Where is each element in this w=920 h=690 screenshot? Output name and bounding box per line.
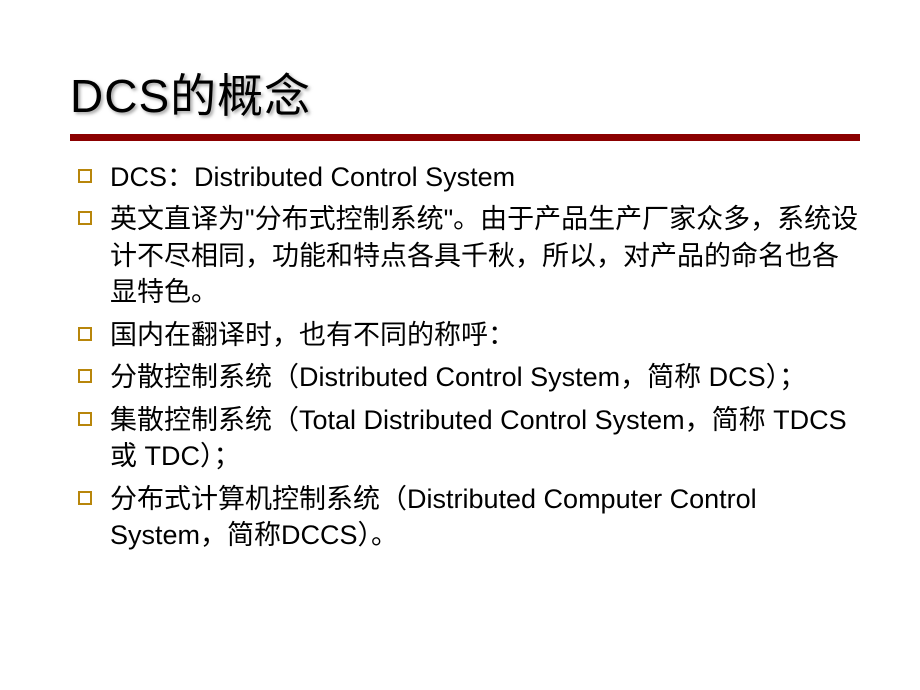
bullet-text: 分布式计算机控制系统（Distributed Computer Control … bbox=[110, 481, 860, 554]
bullet-text: 分散控制系统（Distributed Control System，简称 DCS… bbox=[110, 359, 806, 395]
square-bullet-icon bbox=[78, 327, 92, 341]
bullet-text: DCS：Distributed Control System bbox=[110, 159, 515, 195]
bullet-item: 国内在翻译时，也有不同的称呼： bbox=[78, 317, 860, 353]
bullet-item: 英文直译为"分布式控制系统"。由于产品生产厂家众多，系统设计不尽相同，功能和特点… bbox=[78, 201, 860, 310]
slide-container: DCS的概念 DCS：Distributed Control System 英文… bbox=[0, 0, 920, 690]
bullet-text: 英文直译为"分布式控制系统"。由于产品生产厂家众多，系统设计不尽相同，功能和特点… bbox=[110, 201, 860, 310]
slide-title: DCS的概念 bbox=[70, 60, 860, 126]
bullet-text: 集散控制系统（Total Distributed Control System，… bbox=[110, 402, 860, 475]
bullet-text: 国内在翻译时，也有不同的称呼： bbox=[110, 317, 515, 353]
square-bullet-icon bbox=[78, 369, 92, 383]
square-bullet-icon bbox=[78, 211, 92, 225]
content-area: DCS：Distributed Control System 英文直译为"分布式… bbox=[70, 159, 860, 553]
bullet-item: 分散控制系统（Distributed Control System，简称 DCS… bbox=[78, 359, 860, 395]
bullet-item: 分布式计算机控制系统（Distributed Computer Control … bbox=[78, 481, 860, 554]
square-bullet-icon bbox=[78, 412, 92, 426]
square-bullet-icon bbox=[78, 491, 92, 505]
title-underline bbox=[70, 134, 860, 141]
square-bullet-icon bbox=[78, 169, 92, 183]
bullet-item: DCS：Distributed Control System bbox=[78, 159, 860, 195]
bullet-item: 集散控制系统（Total Distributed Control System，… bbox=[78, 402, 860, 475]
